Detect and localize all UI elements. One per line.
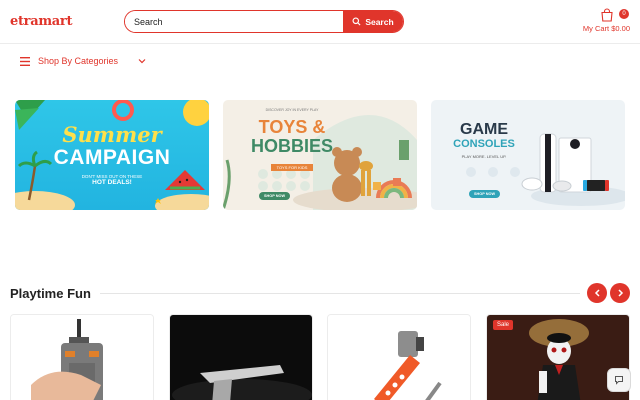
chevron-left-icon [594, 289, 600, 297]
banner-summer-campaign[interactable]: Summer CAMPAIGN DON'T MISS OUT ON THESE … [15, 100, 209, 210]
toys-shop-now-button[interactable]: SHOP NOW [259, 192, 291, 200]
site-header: etramart Search 0 My Cart $0.00 [0, 0, 640, 44]
sale-badge: Sale [493, 320, 514, 330]
summer-title-script: Summer [62, 122, 162, 147]
toys-tagline: DISCOVER JOY IN EVERY PLAY [265, 108, 319, 112]
toys-ribbon: TOYS FOR KIDS [270, 164, 314, 171]
menu-icon [20, 56, 30, 66]
consoles-shop-now-button[interactable]: SHOP NOW [469, 190, 501, 198]
categories-label: Shop By Categories [38, 56, 119, 66]
carousel-next-button[interactable] [610, 283, 630, 303]
tool-clamp-image [11, 315, 153, 400]
pistol-image [170, 315, 312, 400]
chat-button[interactable] [607, 368, 631, 392]
consoles-tagline: PLAY MORE. LEVEL UP. [461, 154, 507, 159]
shopping-bag-icon [601, 8, 613, 22]
orange-clamp-image [328, 315, 470, 400]
toys-title-2: HOBBIES [250, 136, 333, 156]
chevron-down-icon [138, 59, 146, 64]
consoles-title-2: CONSOLES [453, 138, 515, 150]
consoles-title-1: GAME [460, 121, 508, 138]
consoles-banner-text: GAME CONSOLES PLAY MORE. LEVEL UP. [439, 121, 529, 160]
summer-hot-deals: HOT DEALS! [92, 179, 132, 186]
product-card[interactable] [327, 314, 471, 400]
summer-banner-text: Summer CAMPAIGN DON'T MISS OUT ON THESE … [15, 122, 209, 187]
cart-count-badge: 0 [619, 9, 629, 19]
chat-bubble-icon [615, 376, 623, 385]
search-icon [352, 17, 361, 26]
cart-total-label: My Cart $0.00 [582, 24, 630, 33]
section-title: Playtime Fun [10, 286, 91, 301]
product-card[interactable] [169, 314, 313, 400]
banner-game-consoles[interactable]: GAME CONSOLES PLAY MORE. LEVEL UP. SHOP … [431, 100, 625, 210]
search-input[interactable] [125, 11, 343, 32]
product-card[interactable] [10, 314, 154, 400]
banner-toys-hobbies[interactable]: DISCOVER JOY IN EVERY PLAY TOYS & HOBBIE… [223, 100, 417, 210]
toys-title-1: TOYS & [258, 117, 326, 137]
site-logo[interactable]: etramart [10, 14, 72, 29]
carousel-prev-button[interactable] [587, 283, 607, 303]
search-bar: Search [124, 10, 404, 33]
search-button-label: Search [365, 16, 394, 27]
section-divider [100, 293, 580, 294]
chevron-right-icon [617, 289, 623, 297]
shop-by-categories-toggle[interactable]: Shop By Categories [20, 54, 146, 68]
search-button[interactable]: Search [343, 11, 403, 32]
summer-title-main: CAMPAIGN [53, 146, 171, 169]
toys-banner-text: DISCOVER JOY IN EVERY PLAY TOYS & HOBBIE… [237, 108, 347, 174]
cart-button[interactable]: 0 My Cart $0.00 [570, 8, 630, 36]
